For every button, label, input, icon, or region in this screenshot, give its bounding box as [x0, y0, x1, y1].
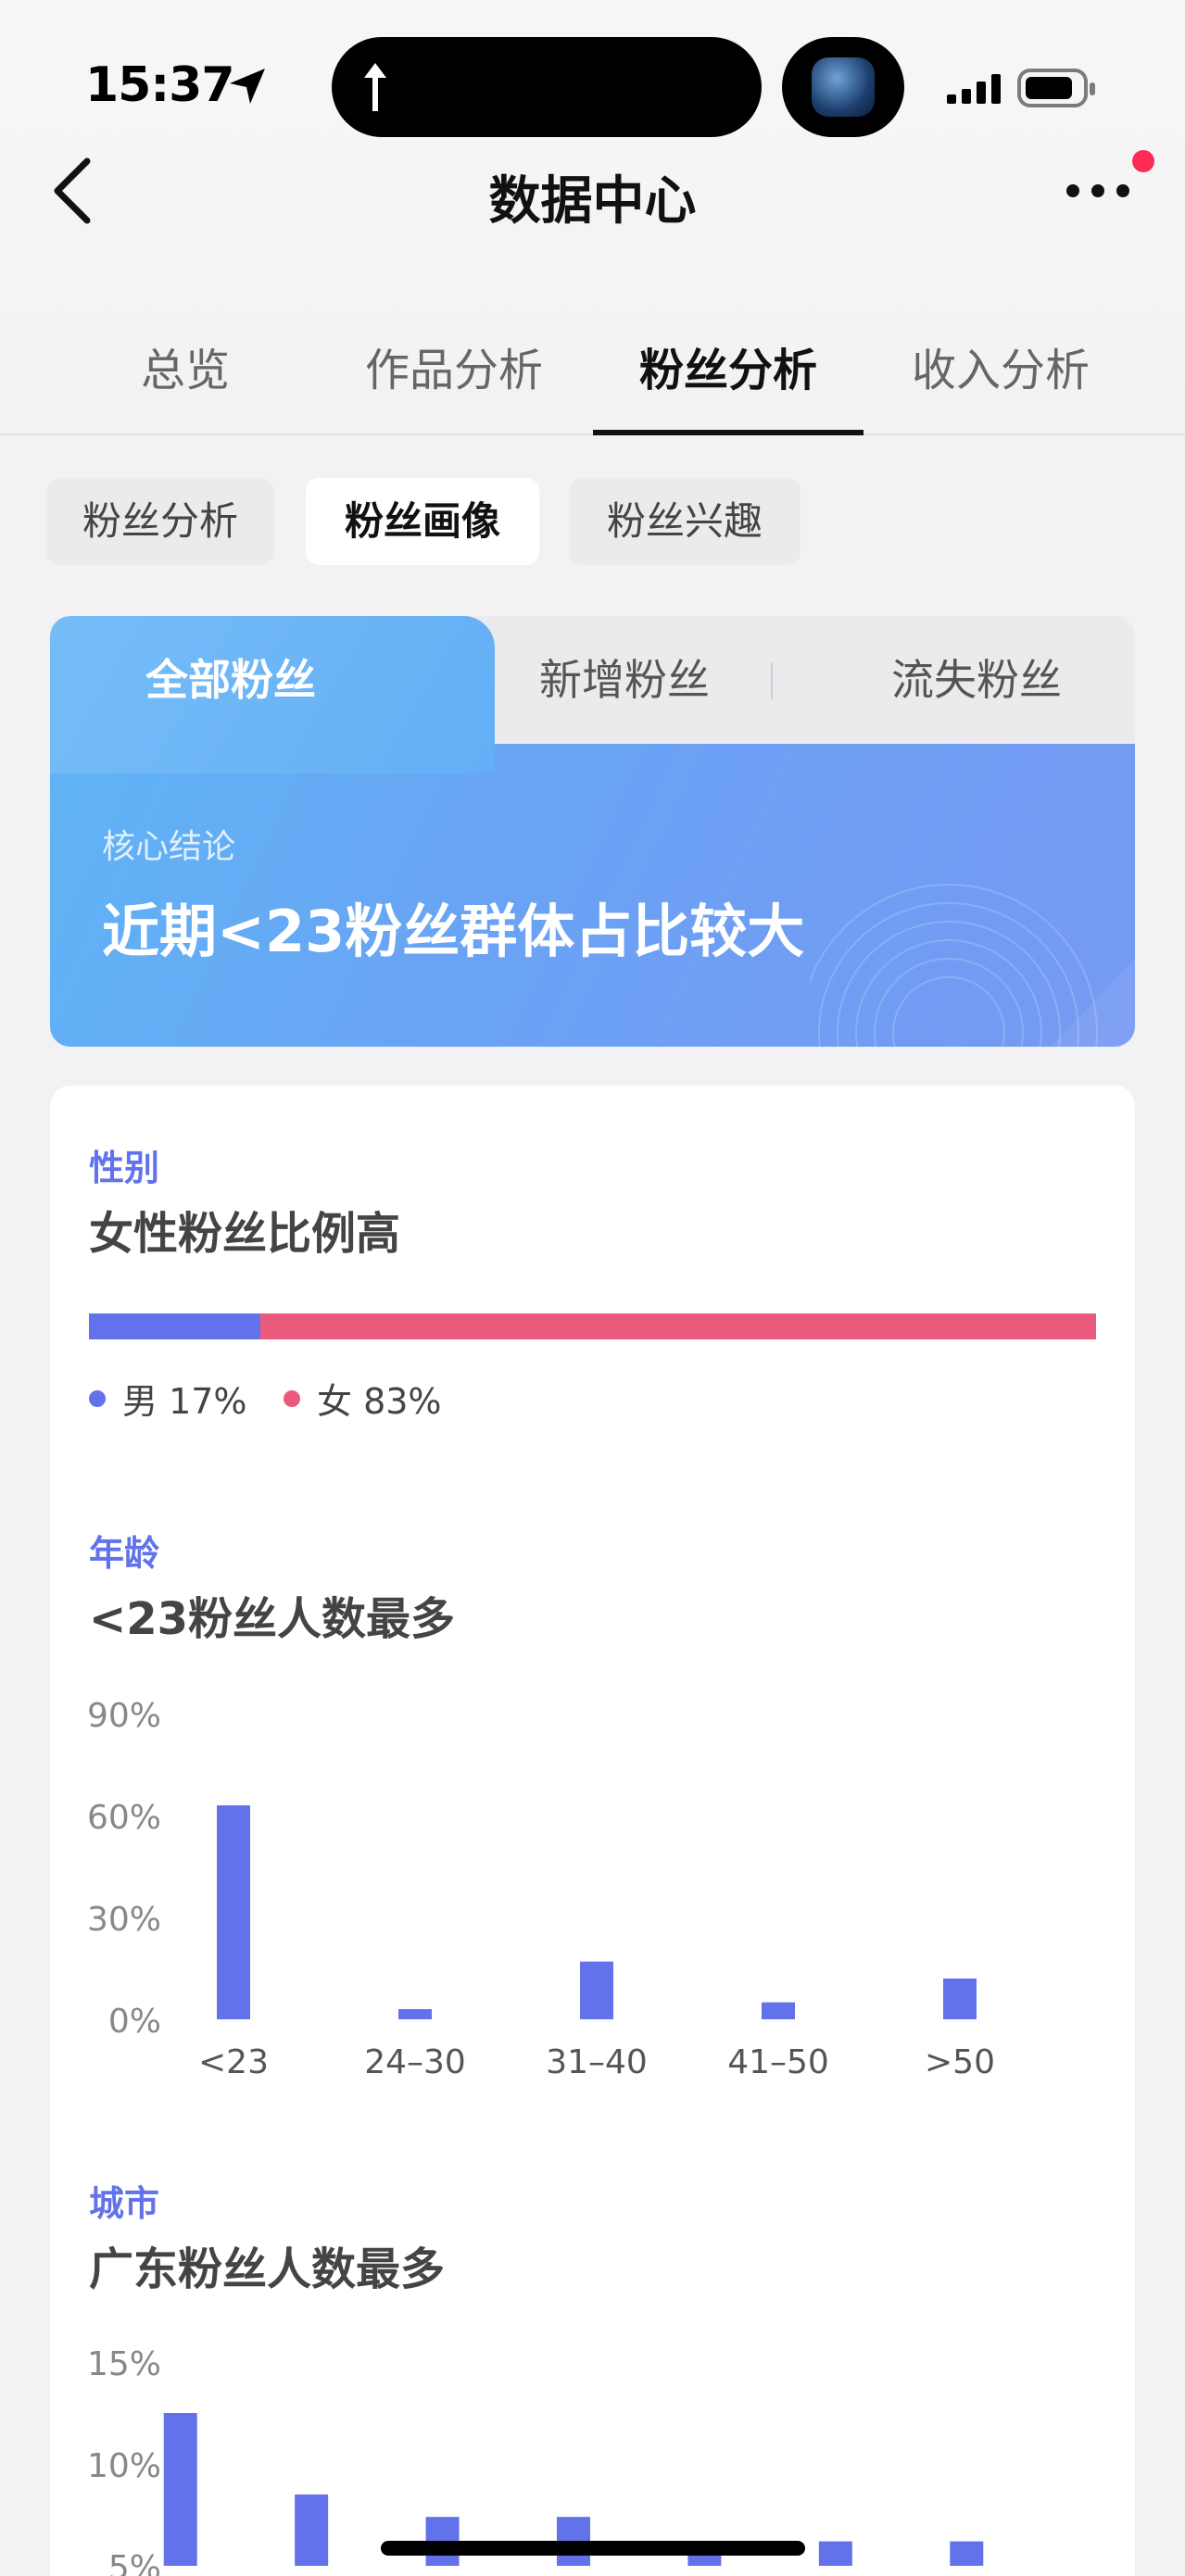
city-bar-chart: 5% 10% 15%: [87, 2345, 984, 2576]
bar: [762, 2002, 795, 2019]
page-title: 数据中心: [488, 171, 697, 232]
bar: [950, 2541, 984, 2566]
subtab-fans-interests[interactable]: 粉丝兴趣: [569, 478, 801, 565]
gender-male-segment: [89, 1313, 260, 1339]
tab-lost-fans[interactable]: 流失粉丝: [847, 616, 1106, 744]
gender-ratio-bar: [89, 1313, 1096, 1339]
y-tick-label: 0%: [108, 2003, 161, 2041]
bar: [163, 2413, 197, 2566]
gender-label: 性别: [89, 1148, 160, 1188]
dynamic-island: [332, 37, 762, 137]
legend-male-text: 男 17%: [122, 1381, 247, 1422]
fan-type-card: 全部粉丝 新增粉丝 流失粉丝 核心结论 近期<23粉丝群体占比较大: [50, 616, 1135, 1047]
x-tick-label: 24–30: [364, 2043, 466, 2081]
male-dot-icon: [89, 1389, 106, 1407]
bar: [217, 1805, 250, 2019]
tab-works-analysis[interactable]: 作品分析: [343, 333, 565, 435]
active-tab-underline: [593, 430, 864, 435]
legend-female: 女 83%: [284, 1373, 442, 1424]
media-thumbnail: [812, 57, 875, 117]
bar: [943, 1979, 977, 2019]
x-tick-label: 41–50: [727, 2043, 829, 2081]
legend-female-text: 女 83%: [317, 1381, 442, 1422]
x-tick-label: 31–40: [546, 2043, 648, 2081]
female-dot-icon: [284, 1389, 300, 1407]
subtab-fans-analysis[interactable]: 粉丝分析: [46, 478, 274, 565]
tab-overview[interactable]: 总览: [83, 333, 287, 435]
gender-title: 女性粉丝比例高: [89, 1208, 401, 1260]
y-tick-label: 30%: [87, 1901, 161, 1939]
y-tick-label: 10%: [87, 2447, 161, 2485]
more-options-icon[interactable]: [1065, 183, 1130, 198]
bar: [398, 2009, 432, 2019]
legend-male: 男 17%: [89, 1373, 247, 1424]
age-title: <23粉丝人数最多: [89, 1593, 456, 1645]
tab-new-fans[interactable]: 新增粉丝: [495, 616, 754, 744]
x-tick-label: >50: [925, 2043, 995, 2081]
status-time: 15:37: [85, 57, 235, 113]
core-conclusion-text: 近期<23粉丝群体占比较大: [102, 898, 805, 965]
x-tick-label: <23: [198, 2043, 269, 2081]
main-tab-bar: 总览 作品分析 粉丝分析 收入分析: [0, 333, 1185, 435]
decorative-rings: [810, 884, 1135, 1047]
tab-income-analysis[interactable]: 收入分析: [889, 333, 1112, 435]
home-indicator: [381, 2541, 805, 2556]
city-label: 城市: [89, 2183, 160, 2224]
subtab-fans-portrait[interactable]: 粉丝画像: [306, 478, 539, 565]
tab-fans-analysis[interactable]: 粉丝分析: [602, 333, 854, 435]
y-tick-label: 5%: [108, 2549, 161, 2576]
y-tick-label: 15%: [87, 2345, 161, 2383]
bar: [818, 2541, 852, 2566]
portrait-card: 性别 女性粉丝比例高 男 17% 女 83% 年龄 <23粉丝人数最多 0% 30…: [50, 1086, 1135, 2576]
tab-all-fans[interactable]: 全部粉丝: [50, 616, 411, 744]
upload-arrow-icon: [364, 63, 386, 111]
core-conclusion-label: 核心结论: [102, 828, 236, 866]
bar: [295, 2494, 329, 2566]
city-title: 广东粉丝人数最多: [89, 2243, 446, 2295]
bar: [580, 1961, 613, 2019]
signal-icon: [947, 74, 1001, 104]
tab-divider: [771, 662, 773, 699]
age-bar-chart: 0% 30% 60% 90% <23 24–30 31–40 41–50 >50: [87, 1697, 995, 2081]
y-tick-label: 60%: [87, 1799, 161, 1837]
notification-dot: [1132, 150, 1154, 172]
location-arrow-icon: [230, 69, 265, 104]
y-tick-label: 90%: [87, 1697, 161, 1735]
battery-icon: [1017, 69, 1095, 107]
age-label: 年龄: [89, 1533, 160, 1574]
